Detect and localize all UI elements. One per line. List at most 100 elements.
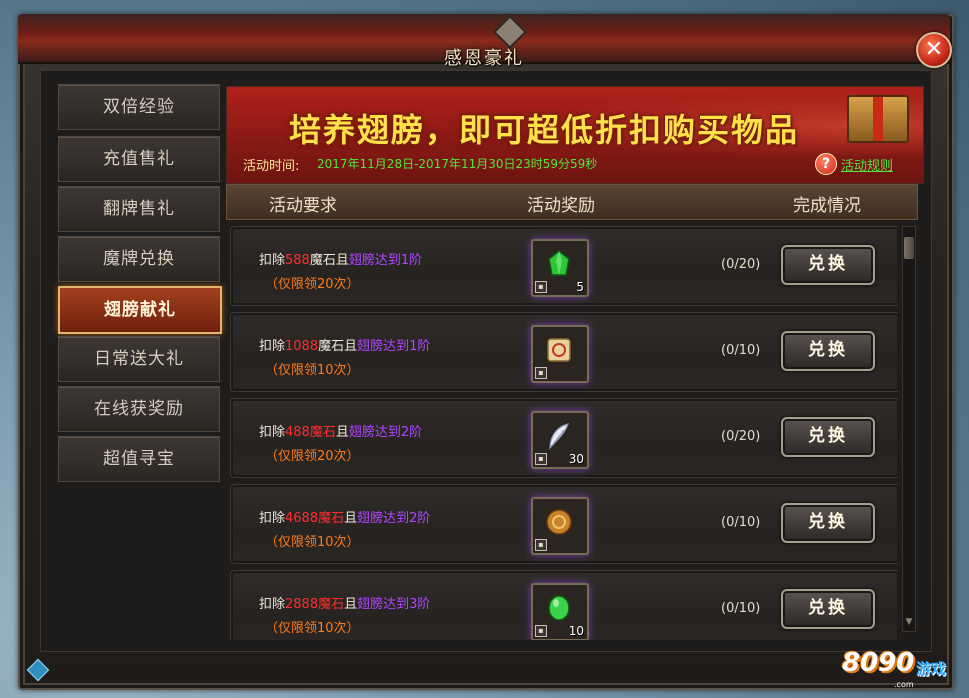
reward-row: 扣除2888魔石且翅膀达到3阶 （仅限领10次） ▪ 10 (0/10) 兑换	[230, 570, 898, 640]
requirement-condition: 翅膀达到2阶	[357, 511, 431, 526]
gold-coin-icon	[546, 509, 572, 535]
scroll-down-icon[interactable]: ▼	[903, 617, 915, 627]
requirement-and: 且	[344, 511, 358, 526]
completion-progress: (0/10)	[721, 343, 761, 358]
bound-lock-icon: ▪	[535, 539, 547, 551]
requirement-condition: 翅膀达到2阶	[348, 425, 423, 440]
requirement-currency: 魔石	[318, 511, 345, 526]
requirement-amount: 4688	[285, 511, 319, 526]
bound-lock-icon: ▪	[535, 281, 547, 293]
requirement-amount: 588	[285, 253, 310, 268]
sidebar-item-double-exp[interactable]: 双倍经验	[58, 84, 220, 130]
completion-progress: (0/10)	[721, 601, 761, 616]
requirement-and: 且	[335, 425, 349, 440]
reward-item-slot[interactable]: ▪ 30	[531, 411, 589, 469]
sidebar-item-wing-gift[interactable]: 翅膀献礼	[58, 286, 222, 334]
banner-slogan: 培养翅膀，即可超低折扣购买物品	[289, 111, 800, 149]
bound-lock-icon: ▪	[535, 367, 547, 379]
requirement-amount: 488	[285, 425, 310, 440]
sidebar-item-flip-card-gift[interactable]: 翻牌售礼	[58, 186, 220, 232]
title-bar[interactable]: 感恩豪礼	[18, 14, 950, 69]
requirement-condition: 翅膀达到1阶	[357, 339, 431, 354]
watermark-domain: .com	[894, 680, 914, 689]
reward-row: 扣除588魔石且翅膀达到1阶 （仅限领20次） ▪ 5 (0/20) 兑换	[230, 226, 898, 306]
requirement-prefix: 扣除	[259, 339, 286, 354]
game-stage: 感恩豪礼 ✕ 双倍经验 充值售礼 翻牌售礼 魔牌兑换 翅膀献礼 日常送大礼 在线…	[0, 0, 969, 698]
sidebar-item-label: 超值寻宝	[103, 449, 175, 469]
reward-row: 扣除488魔石且翅膀达到2阶 （仅限领20次） ▪ 30 (0/20) 兑换	[230, 398, 898, 478]
column-header-status: 完成情况	[793, 196, 861, 216]
feather-icon	[549, 423, 569, 450]
table-header: 活动要求 活动奖励 完成情况	[226, 184, 918, 220]
requirement-text: 扣除488魔石且翅膀达到2阶	[259, 421, 422, 440]
reward-item-slot[interactable]: ▪	[531, 325, 589, 383]
site-watermark-logo: 8090 游戏 .com	[842, 646, 962, 692]
requirement-and: 且	[344, 597, 358, 612]
bound-lock-icon: ▪	[535, 453, 547, 465]
requirement-amount: 1088	[285, 339, 319, 354]
requirement-limit: （仅限领20次）	[265, 277, 360, 292]
sidebar-item-treasure-hunt[interactable]: 超值寻宝	[58, 436, 220, 482]
scroll-icon	[547, 338, 571, 362]
event-rules-link[interactable]: 活动规则	[841, 155, 893, 174]
reward-item-slot[interactable]: ▪ 5	[531, 239, 589, 297]
requirement-limit: （仅限领20次）	[265, 449, 360, 464]
reward-item-slot[interactable]: ▪ 10	[531, 583, 589, 640]
column-header-requirement: 活动要求	[269, 196, 337, 216]
dialog-title: 感恩豪礼	[444, 48, 524, 69]
sidebar-item-label: 双倍经验	[103, 97, 175, 117]
requirement-amount: 2888	[285, 597, 319, 612]
sidebar-item-label: 日常送大礼	[94, 349, 184, 369]
sidebar-item-daily-gift[interactable]: 日常送大礼	[58, 336, 220, 382]
green-gem-icon	[548, 250, 570, 276]
requirement-text: 扣除1088魔石且翅膀达到1阶	[259, 335, 430, 354]
sidebar-item-recharge-gift[interactable]: 充值售礼	[58, 136, 220, 182]
sidebar-item-magic-card-exchange[interactable]: 魔牌兑换	[58, 236, 220, 282]
completion-progress: (0/20)	[721, 257, 761, 272]
sidebar-item-label: 在线获奖励	[94, 399, 184, 419]
requirement-condition: 翅膀达到1阶	[348, 253, 423, 268]
requirement-limit: （仅限领10次）	[265, 363, 360, 378]
sidebar-item-label: 充值售礼	[103, 149, 175, 169]
close-button[interactable]: ✕	[916, 32, 952, 68]
sidebar-item-label: 翅膀献礼	[104, 300, 176, 320]
event-time-label: 活动时间:	[243, 159, 300, 174]
requirement-limit: （仅限领10次）	[265, 621, 360, 636]
requirement-prefix: 扣除	[259, 253, 286, 268]
item-count: 30	[568, 452, 584, 466]
exchange-button[interactable]: 兑换	[781, 245, 875, 285]
reward-list: 扣除588魔石且翅膀达到1阶 （仅限领20次） ▪ 5 (0/20) 兑换 扣除…	[226, 220, 898, 640]
exchange-button[interactable]: 兑换	[781, 503, 875, 543]
completion-progress: (0/10)	[721, 515, 761, 530]
reward-item-slot[interactable]: ▪	[531, 497, 589, 555]
item-count: 5	[576, 280, 584, 294]
completion-progress: (0/20)	[721, 429, 761, 444]
watermark-number: 8090	[842, 648, 915, 678]
exchange-button[interactable]: 兑换	[781, 589, 875, 629]
item-count: 10	[568, 624, 584, 638]
requirement-limit: （仅限领10次）	[265, 535, 360, 550]
reward-row: 扣除1088魔石且翅膀达到1阶 （仅限领10次） ▪ (0/10) 兑换	[230, 312, 898, 392]
requirement-and: 且	[344, 339, 358, 354]
requirement-currency: 魔石	[318, 597, 345, 612]
requirement-prefix: 扣除	[259, 511, 286, 526]
requirement-currency: 魔石	[318, 339, 345, 354]
scrollbar[interactable]: ▼	[902, 226, 916, 632]
requirement-currency: 魔石	[309, 425, 336, 440]
help-icon[interactable]: ?	[815, 153, 837, 175]
emerald-icon	[548, 595, 570, 621]
scrollbar-thumb[interactable]	[904, 237, 914, 259]
event-time-value: 2017年11月28日-2017年11月30日23时59分59秒	[317, 157, 598, 171]
requirement-currency: 魔石	[309, 253, 336, 268]
sidebar-item-online-reward[interactable]: 在线获奖励	[58, 386, 220, 432]
exchange-button[interactable]: 兑换	[781, 417, 875, 457]
requirement-prefix: 扣除	[259, 425, 286, 440]
requirement-text: 扣除4688魔石且翅膀达到2阶	[259, 507, 430, 526]
sidebar-item-label: 翻牌售礼	[103, 199, 175, 219]
gift-box-icon	[847, 95, 909, 143]
exchange-button[interactable]: 兑换	[781, 331, 875, 371]
sidebar-nav: 双倍经验 充值售礼 翻牌售礼 魔牌兑换 翅膀献礼 日常送大礼 在线获奖励 超值寻…	[56, 84, 222, 484]
requirement-text: 扣除2888魔石且翅膀达到3阶	[259, 593, 430, 612]
requirement-condition: 翅膀达到3阶	[357, 597, 431, 612]
bound-lock-icon: ▪	[535, 625, 547, 637]
